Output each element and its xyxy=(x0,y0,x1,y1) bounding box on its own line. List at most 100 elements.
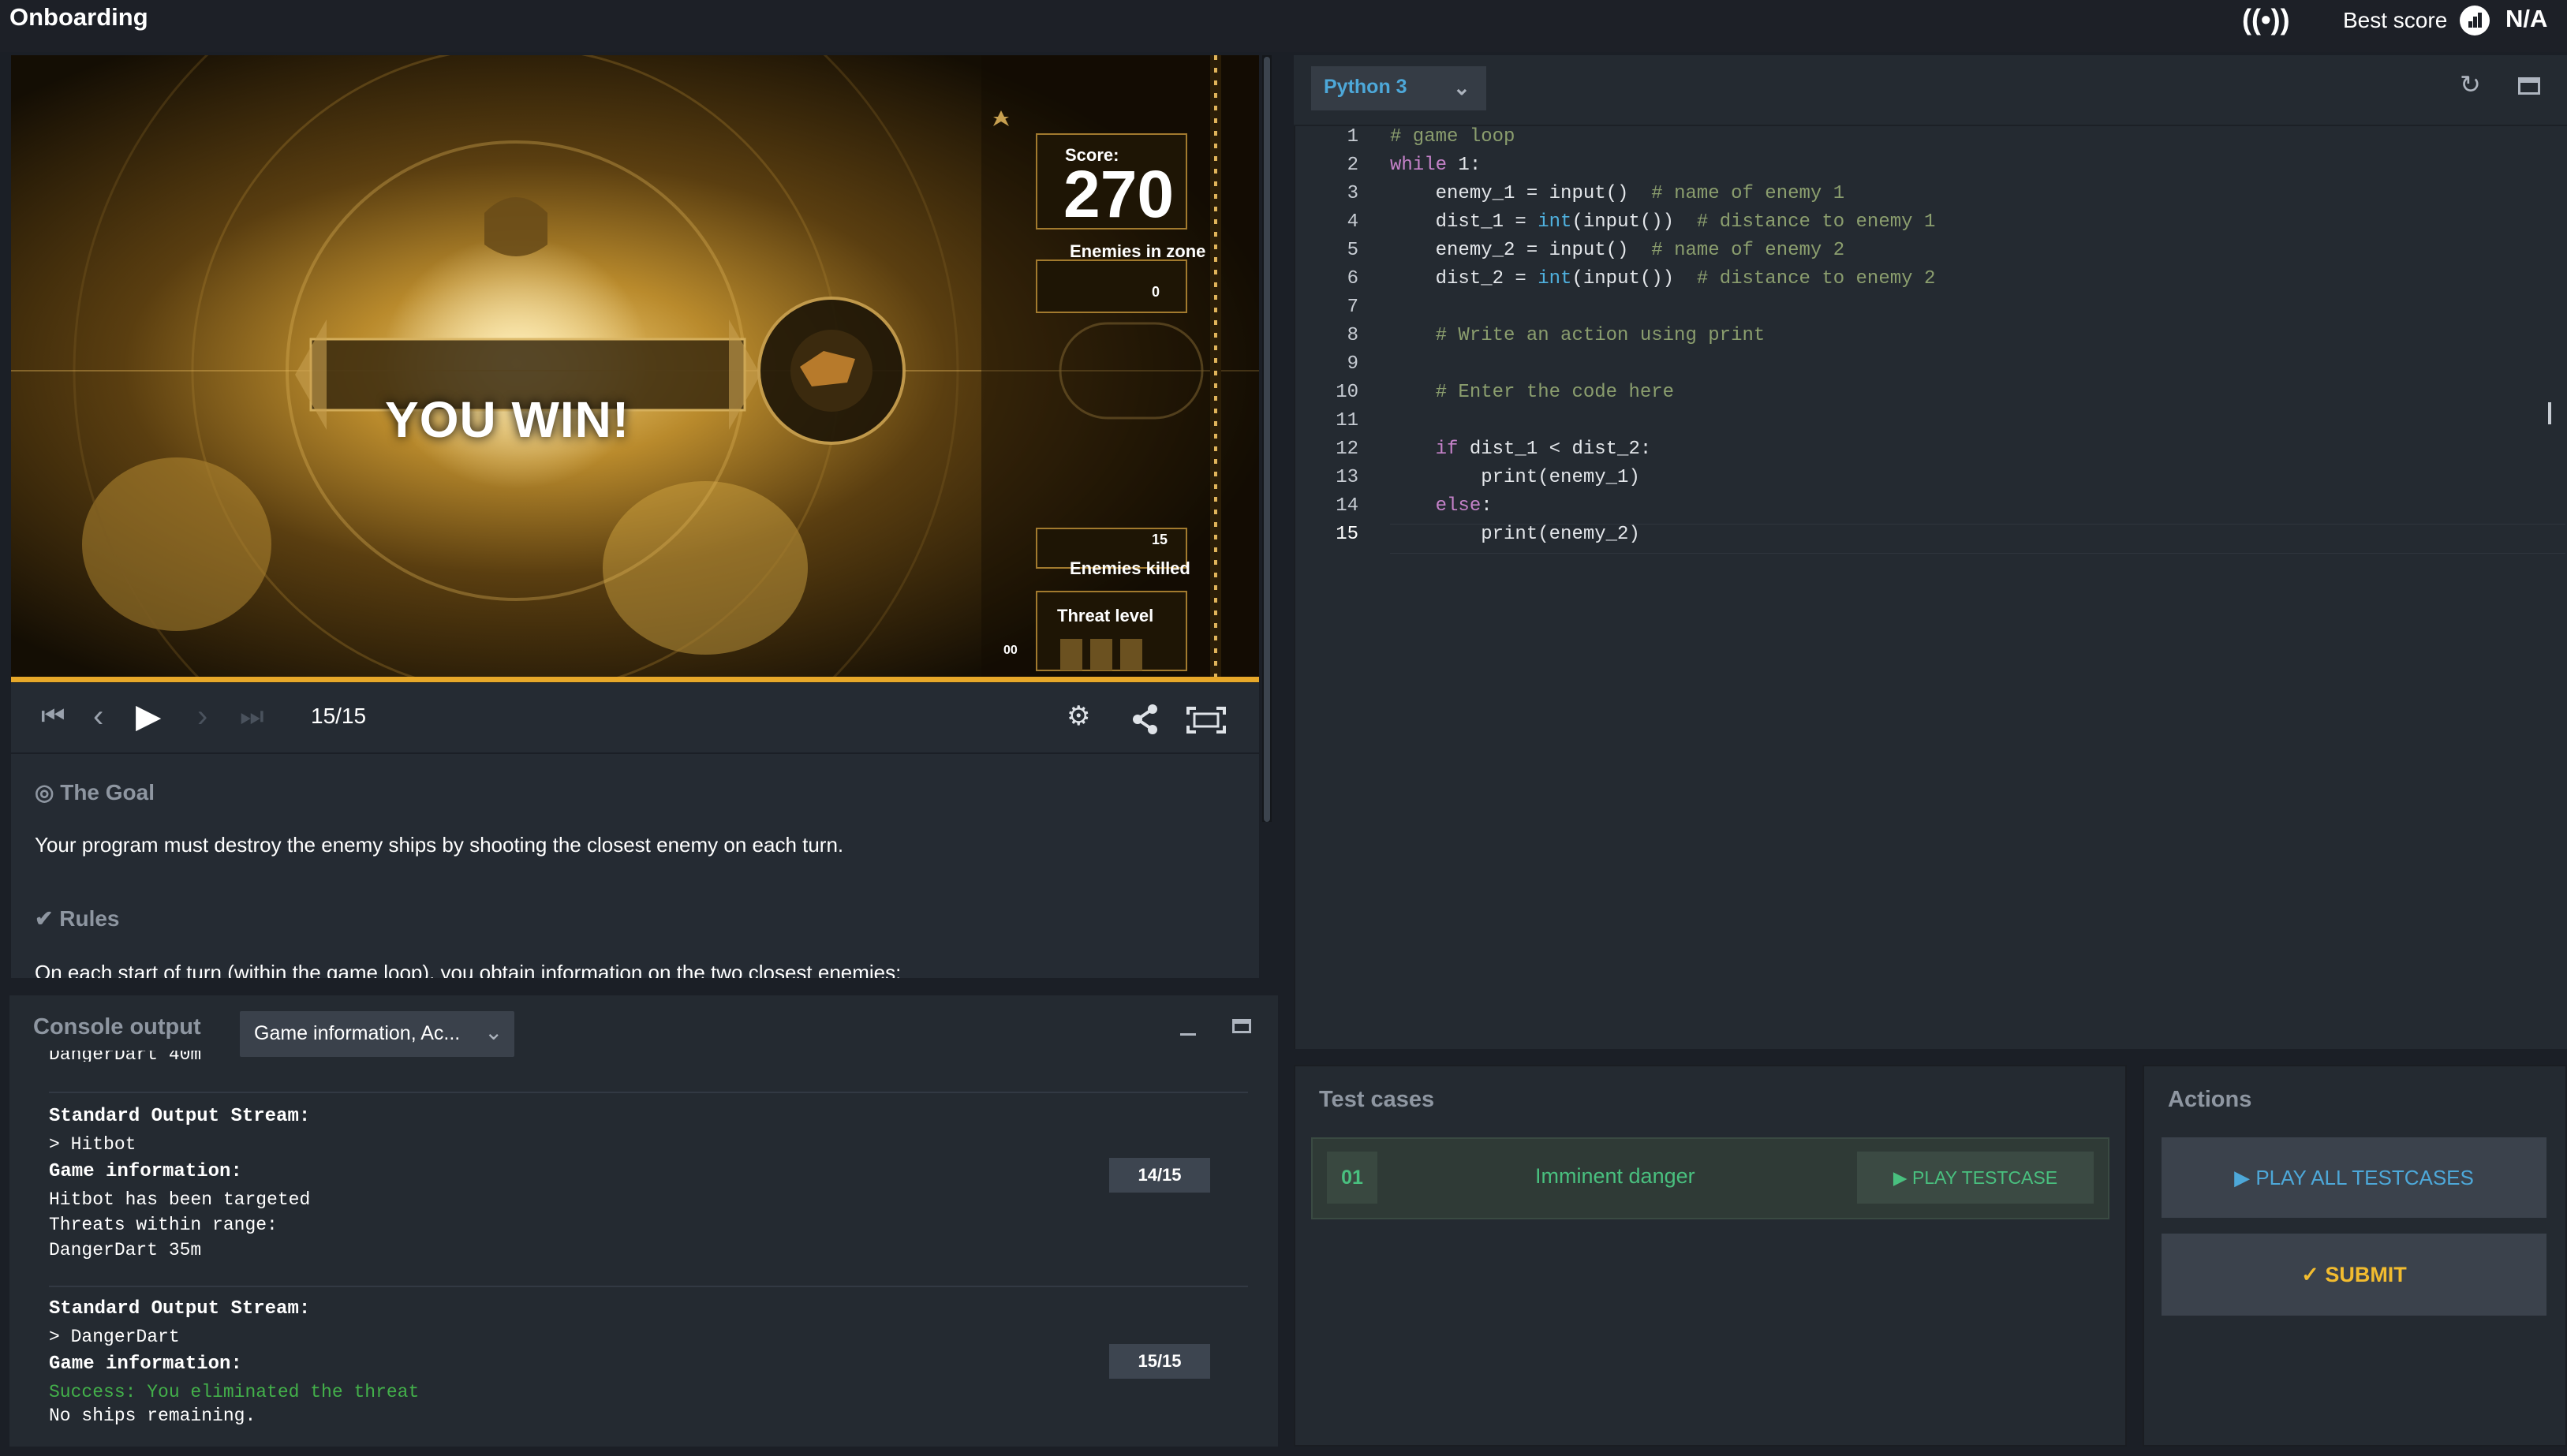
code-line: enemy_1 = input() # name of enemy 1 xyxy=(1390,183,1845,204)
code-line: dist_2 = int(input()) # distance to enem… xyxy=(1390,268,1936,289)
info-line: DangerDart 35m xyxy=(49,1240,202,1260)
goal-text: Your program must destroy the enemy ship… xyxy=(35,833,844,857)
win-banner: YOU WIN! xyxy=(385,391,630,448)
check-icon: ✔ xyxy=(35,906,54,931)
play-icon: ▶ xyxy=(1893,1167,1908,1188)
success-line: Success: You eliminated the threat xyxy=(49,1382,420,1402)
line-number: 7 xyxy=(1347,297,1358,318)
description-panel: ◎ The Goal Your program must destroy the… xyxy=(11,754,1259,978)
code-line: print(enemy_1) xyxy=(1390,467,1640,488)
maximize-editor-icon[interactable] xyxy=(2518,77,2540,95)
step-forward-icon[interactable]: › xyxy=(197,699,207,734)
console-divider xyxy=(49,1092,1248,1093)
line-number: 9 xyxy=(1347,353,1358,375)
code-line: # Write an action using print xyxy=(1435,325,1766,346)
stream-value: > DangerDart xyxy=(49,1327,180,1347)
info-label: Game information: xyxy=(49,1353,242,1375)
score-value: 270 xyxy=(1063,157,1175,231)
target-icon: ◎ xyxy=(35,780,54,805)
reset-code-icon[interactable]: ↻ xyxy=(2460,69,2481,99)
info-label: Game information: xyxy=(49,1161,242,1182)
step-back-icon[interactable]: ‹ xyxy=(93,699,103,734)
settings-icon[interactable]: ⚙ xyxy=(1067,699,1090,734)
code-line: while 1: xyxy=(1390,155,1482,176)
threat-level-label: Threat level xyxy=(1057,606,1154,625)
enemies-in-zone-label: Enemies in zone xyxy=(1070,241,1206,261)
rules-heading: ✔ Rules xyxy=(35,906,120,931)
fast-forward-icon[interactable]: ⏭ xyxy=(240,699,264,734)
line-number: 1 xyxy=(1347,126,1358,147)
best-score-label: Best score xyxy=(2343,8,2448,32)
enemies-killed-label: Enemies killed xyxy=(1070,558,1190,578)
stream-label: Standard Output Stream: xyxy=(49,1106,311,1127)
minimize-icon[interactable] xyxy=(1180,1033,1196,1036)
best-score-value: N/A xyxy=(2505,5,2548,32)
line-number: 11 xyxy=(1336,410,1358,431)
line-number: 15 xyxy=(1336,524,1358,545)
console-title: Console output xyxy=(33,1014,201,1040)
broadcast-icon[interactable]: ((•)) xyxy=(2242,3,2290,36)
play-icon: ▶ xyxy=(2234,1166,2251,1189)
rewind-icon[interactable]: ⏮ xyxy=(41,699,65,734)
language-value: Python 3 xyxy=(1324,76,1407,98)
test-cases-title: Test cases xyxy=(1319,1087,1435,1112)
chevron-down-icon: ⌄ xyxy=(484,1020,503,1044)
enemies-killed-value: 15 xyxy=(1152,532,1168,547)
console-divider xyxy=(49,1286,1248,1287)
rules-text: On each start of turn (within the game l… xyxy=(35,961,902,978)
console-entry: Standard Output Stream: > DangerDart Gam… xyxy=(49,1298,1248,1456)
top-bar: Onboarding ((•)) Best score N/A xyxy=(0,0,2567,52)
console-filter-select[interactable]: Game information, Ac... ⌄ xyxy=(240,1011,514,1057)
testcase-name: Imminent danger xyxy=(1535,1164,1695,1188)
game-viewer[interactable]: YOU WIN! Score: 270 Enemies in zone 0 15… xyxy=(11,55,1259,681)
info-line: Hitbot has been targeted xyxy=(49,1189,311,1210)
code-line: else: xyxy=(1435,495,1493,517)
console-panel: Console output Game information, Ac... ⌄… xyxy=(9,995,1278,1447)
code-line: if dist_1 < dist_2: xyxy=(1435,439,1652,460)
score-chart-icon xyxy=(2460,6,2490,35)
line-number: 8 xyxy=(1347,325,1358,346)
info-line: No ships remaining. xyxy=(49,1406,256,1426)
replay-progress-bar[interactable] xyxy=(11,677,1259,682)
player-controls: ⏮ ‹ ▶ › ⏭ 15/15 ⚙ xyxy=(11,683,1259,752)
share-icon[interactable] xyxy=(1131,704,1160,735)
language-select[interactable]: Python 3 ⌄ xyxy=(1311,66,1486,110)
console-partial-line: DangerDart 40m xyxy=(49,1051,202,1062)
play-testcase-button[interactable]: ▶ PLAY TESTCASE xyxy=(1857,1152,2094,1204)
enemies-in-zone-value: 0 xyxy=(1152,284,1160,300)
info-line: Threats within range: xyxy=(49,1215,278,1235)
fullscreen-icon[interactable] xyxy=(1186,707,1226,734)
line-number: 5 xyxy=(1347,240,1358,261)
play-all-testcases-button[interactable]: ▶ PLAY ALL TESTCASES xyxy=(2162,1137,2546,1218)
console-entry: Standard Output Stream: > Hitbot Game in… xyxy=(49,1106,1248,1287)
threat-level-value: 00 xyxy=(1003,644,1018,657)
code-line: enemy_2 = input() # name of enemy 2 xyxy=(1390,240,1845,261)
code-line: # Enter the code here xyxy=(1435,382,1675,403)
line-number: 3 xyxy=(1347,183,1358,204)
editor-scroll-marker xyxy=(2548,402,2551,424)
stream-value: > Hitbot xyxy=(49,1134,136,1155)
turn-badge[interactable]: 14/15 xyxy=(1109,1158,1210,1193)
left-scrollbar-thumb[interactable] xyxy=(1264,57,1270,822)
line-number: 12 xyxy=(1336,439,1358,460)
submit-button[interactable]: ✓ SUBMIT xyxy=(2162,1234,2546,1316)
goal-heading: ◎ The Goal xyxy=(35,780,155,805)
maximize-icon[interactable] xyxy=(1232,1019,1251,1033)
line-number: 14 xyxy=(1336,495,1358,517)
play-icon[interactable]: ▶ xyxy=(136,699,161,734)
line-number: 6 xyxy=(1347,268,1358,289)
turn-badge[interactable]: 15/15 xyxy=(1109,1344,1210,1379)
line-number: 10 xyxy=(1336,382,1358,403)
code-line: dist_1 = int(input()) # distance to enem… xyxy=(1390,211,1936,233)
line-number: 4 xyxy=(1347,211,1358,233)
line-number: 13 xyxy=(1336,467,1358,488)
actions-title: Actions xyxy=(2168,1087,2252,1112)
page-title: Onboarding xyxy=(9,3,148,31)
checkmark-icon: ✓ xyxy=(2301,1263,2319,1286)
code-line: print(enemy_2) xyxy=(1390,524,1640,545)
console-filter-value: Game information, Ac... xyxy=(254,1022,461,1044)
testcase-number: 01 xyxy=(1327,1152,1377,1204)
stream-label: Standard Output Stream: xyxy=(49,1298,311,1320)
frame-counter: 15/15 xyxy=(311,704,367,728)
test-cases-panel: Test cases xyxy=(1294,1065,2127,1447)
